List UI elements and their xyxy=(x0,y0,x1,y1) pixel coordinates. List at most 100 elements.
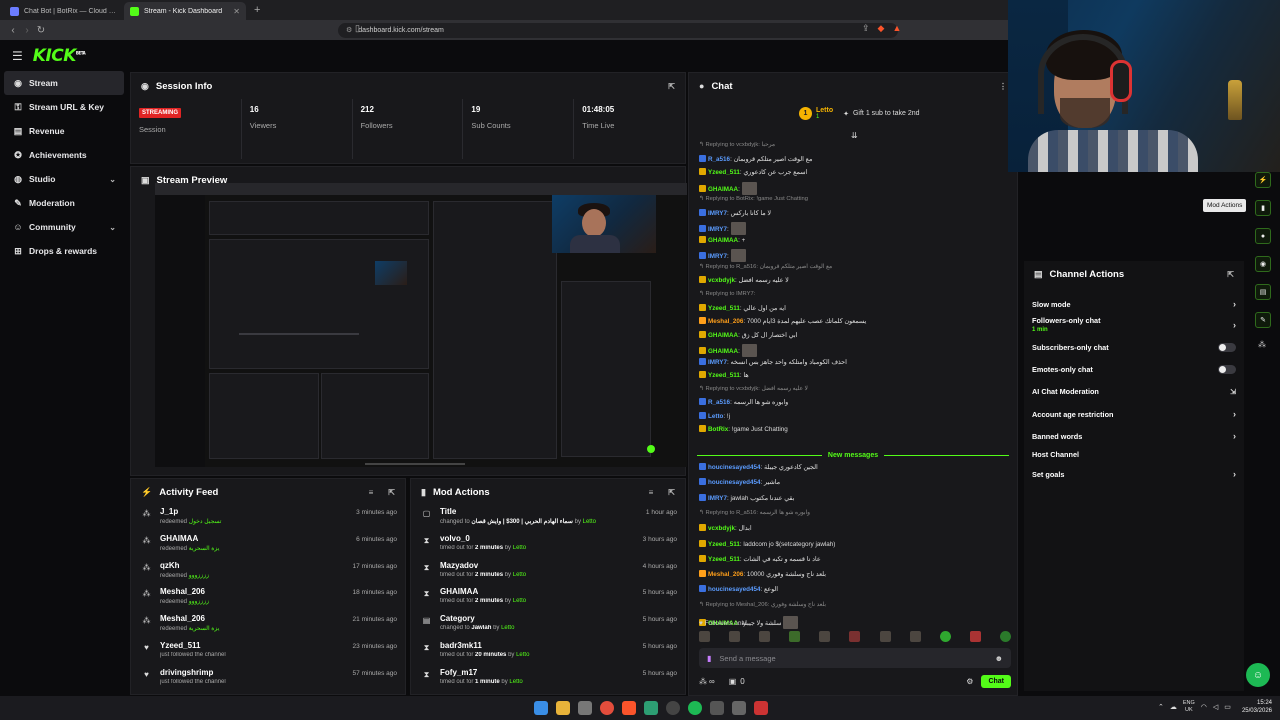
chat-message[interactable]: Yzeed_511: ها xyxy=(699,371,1009,380)
app-icon[interactable] xyxy=(754,701,768,715)
emote-icon[interactable] xyxy=(699,631,710,642)
chat-message[interactable]: vcxbdyjk: ابدال xyxy=(699,524,1009,533)
pinned-user[interactable]: Letto xyxy=(816,107,833,114)
new-messages-divider[interactable]: New messages xyxy=(697,450,1010,460)
store-icon[interactable] xyxy=(578,701,592,715)
mod-action-target[interactable]: Fofy_m17 xyxy=(440,668,643,677)
emote-icon[interactable] xyxy=(849,631,861,642)
popout-icon[interactable]: ⇱ xyxy=(1227,270,1234,279)
chat-username[interactable]: GHAIMAA xyxy=(708,348,738,355)
chat-message[interactable]: IMRY7: xyxy=(699,222,1009,236)
menu-icon[interactable]: ☰ xyxy=(12,49,23,63)
mod-action-row[interactable]: ▤ Category changed to Jawlah by Letto 5 hou… xyxy=(411,612,685,639)
sidebar-item-stream[interactable]: ◉ Stream xyxy=(4,71,124,95)
channel-actions-tool-icon[interactable]: ▤ xyxy=(1255,284,1271,300)
channel-action-emotes-only-chat[interactable]: Emotes-only chat xyxy=(1032,365,1236,374)
chevron-down-icon[interactable]: ⌄ xyxy=(109,223,116,232)
activity-user[interactable]: drivingshrimp xyxy=(160,668,353,677)
chat-message[interactable]: houcinesayed454: ماشير xyxy=(699,478,1009,487)
activity-row[interactable]: ⁂ Meshal_206 redeemed يزة السحرية 21 minute… xyxy=(131,612,405,639)
chat-message[interactable]: IMRY7: jawlah بقي عندنا مكتوب xyxy=(699,493,1009,503)
chat-username[interactable]: houcinesayed454 xyxy=(708,479,761,486)
close-tab-icon[interactable]: ✕ xyxy=(233,7,240,16)
new-tab-button[interactable]: + xyxy=(254,4,260,16)
activity-row[interactable]: ♥ Yzeed_511 just followed the channel 23 mi… xyxy=(131,639,405,666)
bookmark-icon[interactable]: ▯ xyxy=(355,23,360,34)
chevron-right-icon[interactable]: › xyxy=(1233,320,1236,330)
chat-message[interactable]: R_a516: وابوره شو ها الرسمه xyxy=(699,398,1009,407)
reload-icon[interactable]: ↻ xyxy=(34,25,48,36)
chat-username[interactable]: IMRY7 xyxy=(708,210,727,217)
chat-username[interactable]: houcinesayed454 xyxy=(708,464,761,471)
mod-action-target[interactable]: badr3mk11 xyxy=(440,641,643,650)
mod-action-moderator[interactable]: Letto xyxy=(501,625,514,631)
pinned-gift[interactable]: 1 Letto 1 ✦ Gift 1 sub to take 2nd xyxy=(799,107,920,120)
chat-input-box[interactable]: ▮ ☻ xyxy=(699,648,1011,668)
mod-action-row[interactable]: ⧗ volvo_0 timed out for 2 minutes by Letto… xyxy=(411,532,685,559)
chat-message[interactable]: houcinesayed454: الجين كادعوري جيبلة xyxy=(699,463,1009,472)
activity-row[interactable]: ♥ drivingshrimp just followed the channel 5… xyxy=(131,666,405,693)
forward-icon[interactable]: › xyxy=(20,25,34,36)
rewards-icon[interactable]: ▲ xyxy=(892,23,901,34)
kick-logo[interactable]: KICKBETA xyxy=(33,46,86,66)
chat-username[interactable]: Yzeed_511 xyxy=(708,541,740,548)
mod-action-target[interactable]: GHAIMAA xyxy=(440,587,643,596)
popout-icon[interactable]: ⇱ xyxy=(668,488,675,497)
chat-message[interactable]: BotRix: !game Just Chatting xyxy=(699,425,1009,434)
spotify-icon[interactable] xyxy=(688,701,702,715)
mod-action-moderator[interactable]: Letto xyxy=(583,519,596,525)
chat-username[interactable]: Letto xyxy=(708,413,723,420)
chat-message[interactable]: GHAIMAA: + xyxy=(699,235,1009,245)
chat-username[interactable]: IMRY7 xyxy=(708,495,727,502)
activity-row[interactable]: ⁂ qzKh redeemed ززززووو 17 minutes ago xyxy=(131,559,405,586)
activity-user[interactable]: qzKh xyxy=(160,561,353,570)
emoji-picker-icon[interactable]: ☻ xyxy=(995,654,1003,663)
external-link-icon[interactable]: ⇲ xyxy=(1230,388,1236,396)
browser-tab-kick[interactable]: Stream - Kick Dashboard ✕ xyxy=(124,2,246,20)
activity-user[interactable]: Meshal_206 xyxy=(160,587,353,596)
activity-row[interactable]: ⁂ Meshal_206 redeemed ززززووو 18 minutes ag… xyxy=(131,585,405,612)
chat-tool-icon[interactable]: ● xyxy=(1255,228,1271,244)
support-chat-button[interactable]: ☺ xyxy=(1246,663,1270,687)
chat-username[interactable]: houcinesayed454 xyxy=(708,586,761,593)
tray-chevron-icon[interactable]: ⌃ xyxy=(1158,703,1164,711)
chat-username[interactable]: IMRY7 xyxy=(708,359,727,366)
chat-message[interactable]: IMRY7: احذف الكومباد وامتلكه واحد جاهز ب… xyxy=(699,357,1009,367)
network-icon[interactable]: ☁ xyxy=(1170,703,1177,711)
volume-icon[interactable]: ◁ xyxy=(1213,703,1218,711)
stream-preview-video[interactable] xyxy=(155,183,687,467)
emote-icon[interactable] xyxy=(999,631,1011,642)
lightning-tool-icon[interactable]: ⚡ xyxy=(1255,172,1271,188)
chat-username[interactable]: Meshal_206 xyxy=(708,318,743,325)
mod-action-target[interactable]: volvo_0 xyxy=(440,534,643,543)
activity-user[interactable]: Yzeed_511 xyxy=(160,641,353,650)
chevron-right-icon[interactable]: › xyxy=(1233,431,1236,441)
mod-action-row[interactable]: ⧗ Fofy_m17 timed out for 1 minute by Letto… xyxy=(411,666,685,693)
channel-action-host-channel[interactable]: Host Channel xyxy=(1032,450,1236,459)
chat-message[interactable]: GHAIMAA: xyxy=(699,344,1009,358)
popout-icon[interactable]: ⇱ xyxy=(668,82,675,91)
mod-action-moderator[interactable]: Letto xyxy=(509,679,522,685)
chat-username[interactable]: Yzeed_511 xyxy=(708,169,740,176)
mod-action-row[interactable]: ⧗ Mazyadov timed out for 2 minutes by Lett… xyxy=(411,559,685,586)
channel-action-set-goals[interactable]: Set goals › xyxy=(1032,469,1236,479)
chat-menu-icon[interactable]: ⋮ xyxy=(999,82,1007,91)
sidebar-item-revenue[interactable]: ▤ Revenue xyxy=(4,119,124,143)
chat-username[interactable]: BotRix xyxy=(708,426,728,433)
chat-message[interactable]: Yzeed_511: ايه من اول عالي xyxy=(699,303,1009,313)
activity-user[interactable]: Meshal_206 xyxy=(160,614,353,623)
emote-icon[interactable] xyxy=(819,631,831,642)
mod-action-target[interactable]: Mazyadov xyxy=(440,561,643,570)
site-info-icon[interactable]: ⚙ xyxy=(346,26,352,34)
emote-icon[interactable] xyxy=(759,631,771,642)
emote-icon[interactable] xyxy=(879,631,891,642)
battery-icon[interactable]: ▭ xyxy=(1224,703,1231,711)
chat-message[interactable]: R_a516: مع الوقت اصير متلكم قروبمان xyxy=(699,154,1009,164)
chat-message[interactable]: Yzeed_511: اسمع جرب عن كادعوري xyxy=(699,168,1009,177)
chat-input[interactable] xyxy=(719,653,995,663)
chat-username[interactable]: IMRY7 xyxy=(708,253,727,260)
channel-action-followers-only-chat[interactable]: Followers-only chat 1 min › xyxy=(1032,316,1236,333)
emote-icon[interactable] xyxy=(789,631,801,642)
emote-icon[interactable] xyxy=(909,631,921,642)
filter-icon[interactable]: ≡ xyxy=(649,488,654,497)
